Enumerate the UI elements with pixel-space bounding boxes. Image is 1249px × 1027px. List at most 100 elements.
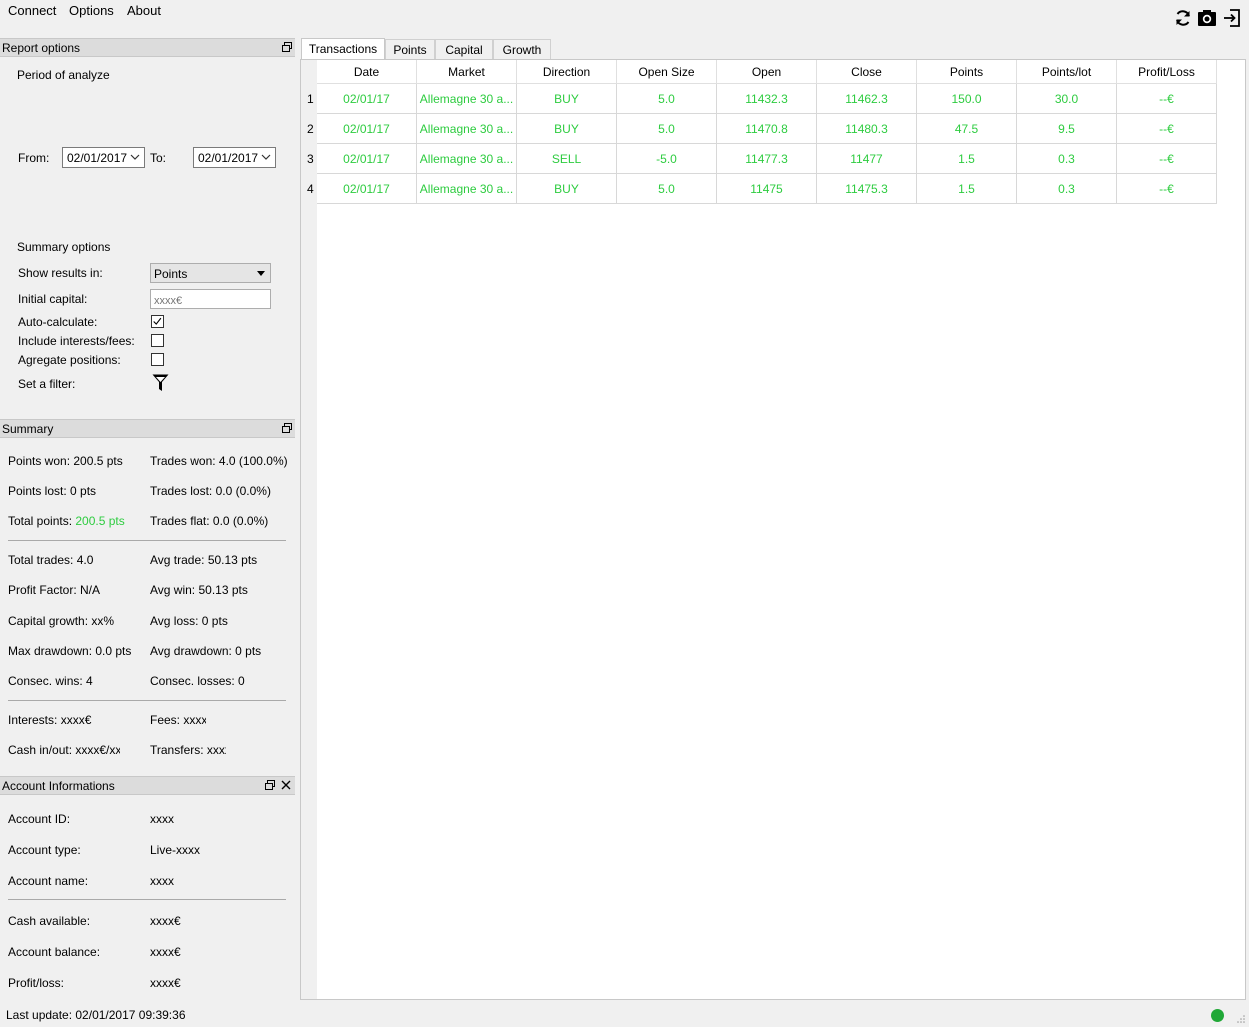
column-header[interactable]: Open Size [617, 60, 717, 84]
tab-capital[interactable]: Capital [435, 39, 493, 59]
table-cell-open-size[interactable]: -5.0 [617, 144, 717, 174]
to-date-value: 02/01/2017 [198, 151, 259, 165]
chevron-down-icon [130, 154, 140, 160]
table-cell-direction[interactable]: BUY [517, 174, 617, 204]
table-cell-market[interactable]: Allemagne 30 a... [417, 84, 517, 114]
aggregate-checkbox[interactable] [151, 353, 164, 366]
close-icon[interactable] [280, 779, 292, 791]
show-results-select[interactable]: Points [150, 263, 271, 283]
account-info-title: Account Informations [0, 776, 295, 795]
table-cell-profit-loss[interactable]: --€ [1117, 114, 1217, 144]
total-points: Total points: 200.5 pts [8, 514, 125, 528]
menu-options[interactable]: Options [69, 3, 114, 18]
filter-icon[interactable] [152, 374, 169, 392]
avg-drawdown: Avg drawdown: 0 pts [150, 644, 262, 658]
column-header[interactable]: Points [917, 60, 1017, 84]
table-cell-profit-loss[interactable]: --€ [1117, 174, 1217, 204]
max-drawdown: Max drawdown: 0.0 pts [8, 644, 132, 658]
table-cell-date[interactable]: 02/01/17 [317, 144, 417, 174]
initial-capital-input[interactable] [150, 289, 271, 309]
table-cell-direction[interactable]: BUY [517, 84, 617, 114]
row-number: 4 [307, 182, 314, 196]
table-cell-points-lot[interactable]: 30.0 [1017, 84, 1117, 114]
transfers: Transfers: xxxx [150, 743, 226, 757]
table-cell-market[interactable]: Allemagne 30 a... [417, 174, 517, 204]
tab-points[interactable]: Points [385, 39, 435, 59]
table-cell-direction[interactable]: BUY [517, 114, 617, 144]
points-lost: Points lost: 0 pts [8, 484, 97, 498]
account-type-label: Account type: [8, 843, 81, 857]
column-header[interactable]: Market [417, 60, 517, 84]
export-icon[interactable] [1222, 8, 1242, 28]
table-cell-points-lot[interactable]: 0.3 [1017, 144, 1117, 174]
float-panel-icon[interactable] [281, 41, 293, 53]
divider [8, 899, 286, 900]
total-points-label: Total points: [8, 514, 76, 528]
column-header[interactable]: Profit/Loss [1117, 60, 1217, 84]
chevron-down-icon [261, 154, 271, 160]
menu-connect[interactable]: Connect [8, 3, 56, 18]
table-cell-points-lot[interactable]: 0.3 [1017, 174, 1117, 204]
capital-growth: Capital growth: xx% [8, 614, 115, 628]
account-balance-value: xxxx€ [150, 945, 181, 959]
table-cell-points[interactable]: 47.5 [917, 114, 1017, 144]
cash-inout: Cash in/out: xxxx€/xx: [8, 743, 120, 757]
summary-title-text: Summary [2, 422, 54, 436]
column-header[interactable]: Direction [517, 60, 617, 84]
table-cell-direction[interactable]: SELL [517, 144, 617, 174]
total-points-value: 200.5 pts [75, 514, 125, 528]
table-cell-open[interactable]: 11470.8 [717, 114, 817, 144]
table-cell-points[interactable]: 1.5 [917, 174, 1017, 204]
table-cell-date[interactable]: 02/01/17 [317, 174, 417, 204]
table-cell-open-size[interactable]: 5.0 [617, 114, 717, 144]
column-header[interactable]: Date [317, 60, 417, 84]
table-cell-profit-loss[interactable]: --€ [1117, 144, 1217, 174]
table-cell-market[interactable]: Allemagne 30 a... [417, 114, 517, 144]
table-cell-market[interactable]: Allemagne 30 a... [417, 144, 517, 174]
float-panel-icon[interactable] [264, 779, 276, 791]
tab-growth[interactable]: Growth [493, 39, 551, 59]
refresh-icon[interactable] [1173, 8, 1193, 28]
account-name-value: xxxx [150, 874, 174, 888]
from-label: From: [18, 151, 50, 165]
table-cell-date[interactable]: 02/01/17 [317, 84, 417, 114]
menu-about[interactable]: About [127, 3, 161, 18]
points-won: Points won: 200.5 pts [8, 454, 123, 468]
from-date-input[interactable]: 02/01/2017 [62, 147, 145, 168]
table-cell-points-lot[interactable]: 9.5 [1017, 114, 1117, 144]
include-interests-checkbox[interactable] [151, 334, 164, 347]
table-cell-close[interactable]: 11462.3 [817, 84, 917, 114]
from-date-value: 02/01/2017 [67, 151, 128, 165]
table-cell-open-size[interactable]: 5.0 [617, 84, 717, 114]
table-cell-open-size[interactable]: 5.0 [617, 174, 717, 204]
table-cell-close[interactable]: 11475.3 [817, 174, 917, 204]
summary-title: Summary [0, 419, 295, 438]
column-header[interactable]: Close [817, 60, 917, 84]
table-cell-close[interactable]: 11480.3 [817, 114, 917, 144]
camera-icon[interactable] [1197, 8, 1217, 28]
column-header[interactable]: Points/lot [1017, 60, 1117, 84]
table-cell-date[interactable]: 02/01/17 [317, 114, 417, 144]
avg-loss: Avg loss: 0 pts [150, 614, 228, 628]
checkmark-icon [153, 317, 162, 325]
account-name-label: Account name: [8, 874, 89, 888]
resize-grip-icon[interactable] [1236, 1014, 1246, 1024]
table-cell-points[interactable]: 150.0 [917, 84, 1017, 114]
trades-lost: Trades lost: 0.0 (0.0%) [150, 484, 271, 498]
table-cell-close[interactable]: 11477 [817, 144, 917, 174]
to-date-input[interactable]: 02/01/2017 [193, 147, 276, 168]
aggregate-label: Agregate positions: [18, 353, 121, 367]
table-cell-open[interactable]: 11432.3 [717, 84, 817, 114]
initial-capital-label: Initial capital: [18, 292, 88, 306]
transactions-table[interactable]: Date Market Direction Open Size Open Close Poi… [300, 59, 1246, 1000]
table-cell-open[interactable]: 11477.3 [717, 144, 817, 174]
float-panel-icon[interactable] [281, 422, 293, 434]
table-cell-open[interactable]: 11475 [717, 174, 817, 204]
account-id-label: Account ID: [8, 812, 71, 826]
table-cell-profit-loss[interactable]: --€ [1117, 84, 1217, 114]
tab-transactions[interactable]: Transactions [301, 38, 385, 60]
table-cell-points[interactable]: 1.5 [917, 144, 1017, 174]
column-header[interactable]: Open [717, 60, 817, 84]
dropdown-arrow-icon [257, 271, 265, 276]
auto-calculate-checkbox[interactable] [151, 315, 164, 328]
